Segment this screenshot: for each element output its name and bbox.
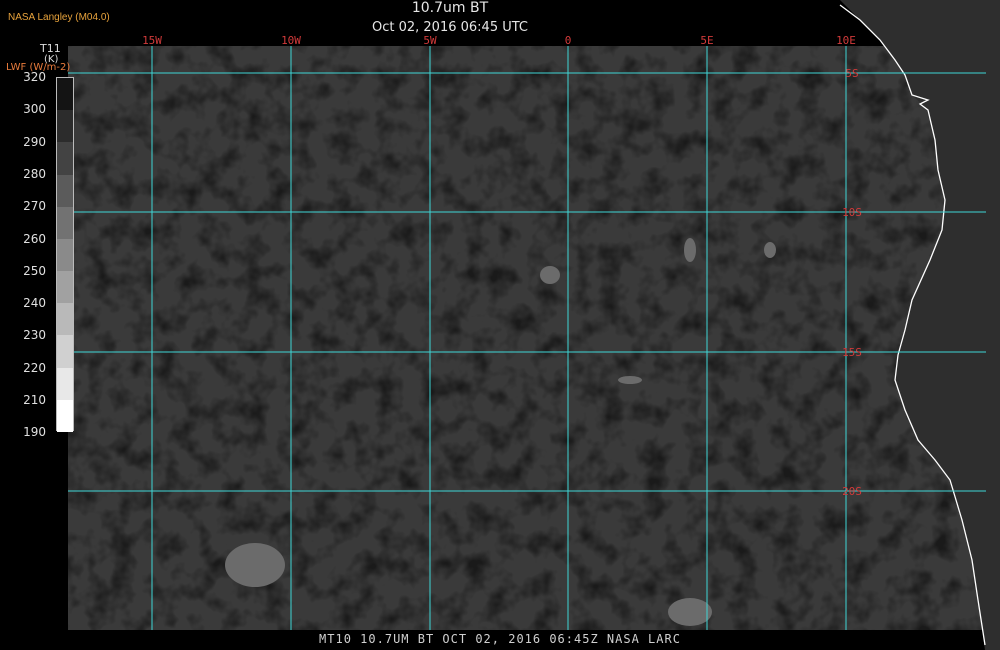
colorbar-segment [57, 206, 73, 240]
footer-caption: MT10 10.7UM BT OCT 02, 2016 06:45Z NASA … [319, 632, 681, 646]
colorbar-segment [57, 367, 73, 401]
colorbar-segment [57, 335, 73, 369]
image-title: 10.7um BT [411, 0, 489, 16]
colorbar-segment [57, 399, 73, 433]
colorbar-tick-label: 220 [23, 360, 46, 375]
longitude-label: 5W [423, 34, 437, 47]
longitude-label: 5E [700, 34, 713, 47]
latitude-label: 10S [842, 206, 862, 219]
colorbar-tick-label: 270 [23, 199, 46, 214]
colorbar-tick-label: 240 [23, 296, 46, 311]
colorbar [56, 77, 74, 433]
longitude-label: 10W [281, 34, 301, 47]
colorbar-tick-label: 250 [23, 263, 46, 278]
colorbar-tick-label: 260 [23, 231, 46, 246]
latitude-label: 20S [842, 485, 862, 498]
colorbar-segment [57, 174, 73, 208]
satellite-map: 15W 10W 5W 0 5E 10E 5S 10S 15S 20S [0, 0, 1000, 650]
colorbar-segment [57, 238, 73, 272]
colorbar-tick-label: 290 [23, 134, 46, 149]
colorbar-tick-label: 280 [23, 166, 46, 181]
colorbar-tick-label: 190 [23, 425, 46, 440]
colorbar-tick-label: 210 [23, 393, 46, 407]
colorbar-tick-label: 230 [23, 328, 46, 343]
colorbar-tick-label: 300 [23, 102, 46, 117]
colorbar-segment [57, 110, 73, 143]
latitude-label: 5S [845, 67, 858, 80]
colorbar-segment [57, 78, 73, 111]
longitude-label: 0 [565, 34, 572, 47]
longitude-label: 15W [142, 34, 162, 47]
cloud-texture [68, 46, 986, 630]
colorbar-segment [57, 303, 73, 336]
image-timestamp: Oct 02, 2016 06:45 UTC [372, 20, 528, 35]
colorbar-segment [57, 142, 73, 176]
longitude-label: 10E [836, 34, 856, 47]
colorbar-segment [57, 271, 73, 304]
colorbar-tick-label: 320 [23, 70, 46, 84]
latitude-label: 15S [842, 346, 862, 359]
